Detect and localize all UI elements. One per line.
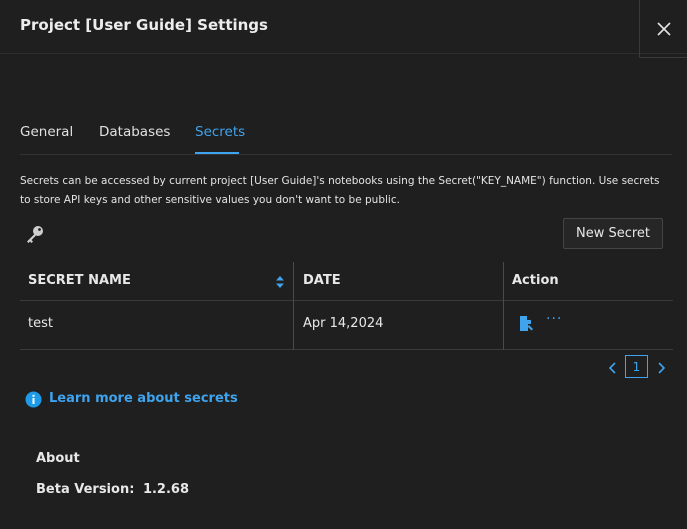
tab-general[interactable]: General (20, 124, 73, 140)
about-heading: About (36, 451, 80, 466)
version-label: Beta Version: (36, 482, 135, 497)
column-divider (293, 262, 294, 350)
column-divider (503, 262, 504, 350)
table-row: test Apr 14,2024 ··· (20, 301, 673, 350)
column-header-date: DATE (303, 273, 341, 288)
dialog-title: Project [User Guide] Settings (20, 16, 268, 34)
column-header-secret-name[interactable]: SECRET NAME (28, 273, 131, 288)
learn-more-link[interactable]: Learn more about secrets (49, 391, 238, 406)
secret-name-cell: test (28, 316, 53, 331)
next-page-icon[interactable] (654, 360, 668, 376)
table-header: SECRET NAME DATE Action (20, 262, 673, 301)
edit-secret-icon[interactable] (518, 315, 534, 332)
page-number-button[interactable]: 1 (625, 355, 648, 378)
secrets-table: SECRET NAME DATE Action test Apr 14,2024… (20, 262, 673, 350)
more-icon[interactable]: ··· (546, 311, 562, 327)
version-info: Beta Version: 1.2.68 (36, 482, 189, 497)
secret-date-cell: Apr 14,2024 (303, 316, 384, 331)
secrets-description: Secrets can be accessed by current proje… (20, 175, 660, 206)
close-button[interactable] (639, 0, 687, 58)
info-icon (25, 391, 42, 408)
new-secret-button[interactable]: New Secret (563, 218, 663, 249)
close-icon (657, 21, 671, 36)
column-header-action: Action (512, 273, 559, 288)
tab-divider (20, 154, 672, 155)
sort-icon[interactable] (275, 274, 285, 290)
tab-databases[interactable]: Databases (99, 124, 170, 140)
key-icon (27, 226, 43, 243)
version-value: 1.2.68 (142, 482, 189, 497)
prev-page-icon[interactable] (606, 360, 620, 376)
tab-secrets[interactable]: Secrets (195, 124, 245, 140)
